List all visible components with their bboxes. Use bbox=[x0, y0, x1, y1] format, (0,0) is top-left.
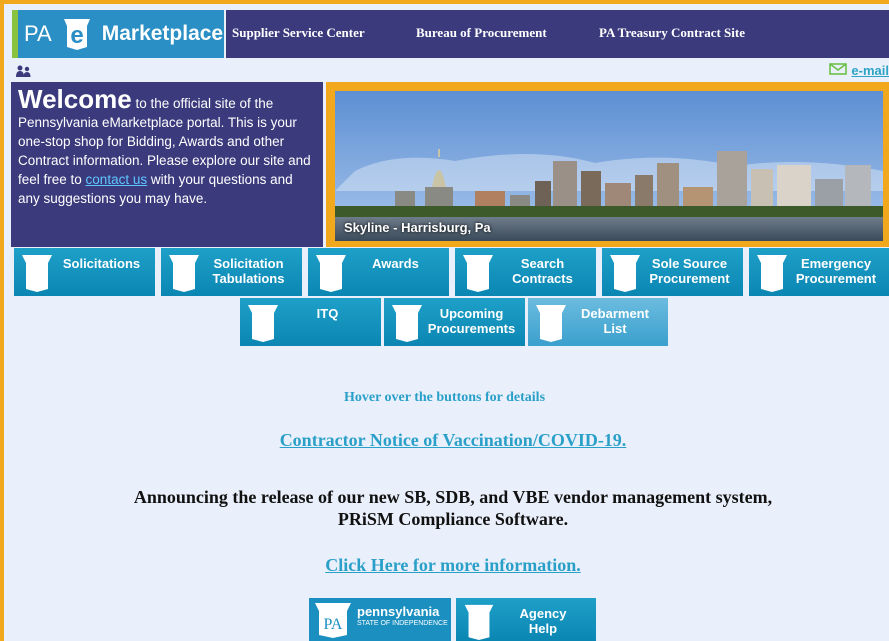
top-nav-bar: Supplier Service Center Bureau of Procur… bbox=[226, 10, 889, 58]
covid-notice-link[interactable]: Contractor Notice of Vaccination/COVID-1… bbox=[280, 430, 627, 450]
keystone-icon bbox=[316, 255, 346, 292]
covid-notice: Contractor Notice of Vaccination/COVID-1… bbox=[0, 430, 889, 451]
debarment-list-button[interactable]: Debarment List bbox=[528, 298, 668, 346]
harrisburg-skyline-image bbox=[335, 91, 883, 241]
more-info: Click Here for more information. bbox=[0, 555, 889, 576]
nav-bureau-of-procurement[interactable]: Bureau of Procurement bbox=[416, 25, 547, 41]
button-label: Sole Source Procurement bbox=[649, 256, 730, 286]
state-tagline: STATE OF INDEPENDENCE bbox=[357, 620, 448, 627]
banner-caption: Skyline - Harrisburg, Pa bbox=[344, 220, 491, 235]
itq-button[interactable]: ITQ bbox=[240, 298, 381, 346]
search-contracts-button[interactable]: Search Contracts bbox=[455, 248, 596, 296]
solicitation-tabulations-button[interactable]: Solicitation Tabulations bbox=[161, 248, 302, 296]
solicitations-button[interactable]: Solicitations bbox=[14, 248, 155, 296]
keystone-icon bbox=[248, 305, 278, 342]
email-label: e-mail bbox=[851, 63, 889, 78]
pennsylvania-state-badge[interactable]: PA pennsylvania STATE OF INDEPENDENCE bbox=[309, 598, 451, 641]
pa-keystone-letters: PA bbox=[324, 616, 343, 633]
keystone-icon bbox=[169, 255, 199, 292]
button-label: Agency Help bbox=[519, 606, 567, 636]
button-label: Upcoming Procurements bbox=[427, 306, 516, 336]
nav-supplier-service-center[interactable]: Supplier Service Center bbox=[232, 25, 365, 41]
button-label: Awards bbox=[372, 256, 419, 271]
emergency-procurement-button[interactable]: Emergency Procurement bbox=[749, 248, 889, 296]
logo-accent bbox=[12, 10, 18, 58]
welcome-panel: Welcome to the official site of the Penn… bbox=[11, 82, 323, 247]
button-label: Solicitation Tabulations bbox=[212, 256, 285, 286]
button-label: Emergency Procurement bbox=[795, 256, 877, 286]
button-label: Debarment List bbox=[581, 306, 649, 336]
envelope-icon bbox=[829, 63, 848, 78]
contact-us-link[interactable]: contact us bbox=[86, 172, 148, 187]
button-label: ITQ bbox=[316, 306, 339, 321]
more-info-link[interactable]: Click Here for more information. bbox=[325, 555, 580, 575]
announcement-line-2: PRiSM Compliance Software. bbox=[337, 509, 569, 529]
keystone-icon bbox=[392, 305, 422, 342]
button-label: Solicitations bbox=[62, 256, 141, 271]
users-icon[interactable] bbox=[16, 64, 32, 77]
keystone-icon bbox=[463, 255, 493, 292]
awards-button[interactable]: Awards bbox=[308, 248, 449, 296]
keystone-icon bbox=[464, 604, 494, 641]
keystone-e-icon: e bbox=[60, 17, 94, 51]
keystone-icon bbox=[757, 255, 787, 292]
page-frame-top bbox=[0, 0, 889, 4]
state-name: pennsylvania bbox=[357, 604, 440, 619]
pa-emarketplace-logo[interactable]: PA e Marketplace bbox=[12, 10, 224, 58]
welcome-heading: Welcome bbox=[18, 84, 132, 114]
upcoming-procurements-button[interactable]: Upcoming Procurements bbox=[384, 298, 525, 346]
hover-note: Hover over the buttons for details bbox=[343, 390, 546, 405]
sole-source-procurement-button[interactable]: Sole Source Procurement bbox=[602, 248, 743, 296]
keystone-icon bbox=[610, 255, 640, 292]
email-link[interactable]: e-mail bbox=[829, 63, 889, 78]
page-frame-left bbox=[0, 0, 4, 641]
logo-name: Marketplace bbox=[101, 22, 224, 45]
agency-help-button[interactable]: Agency Help bbox=[456, 598, 596, 641]
logo-e-letter: e bbox=[70, 22, 83, 49]
nav-pa-treasury-contract-site[interactable]: PA Treasury Contract Site bbox=[599, 25, 745, 41]
logo-prefix: PA bbox=[24, 21, 52, 46]
keystone-icon bbox=[22, 255, 52, 292]
keystone-icon bbox=[536, 305, 566, 342]
announcement: Announcing the release of our new SB, SD… bbox=[0, 486, 889, 530]
pa-keystone-icon: PA bbox=[315, 603, 351, 638]
announcement-line-1: Announcing the release of our new SB, SD… bbox=[133, 487, 773, 507]
button-label: Search Contracts bbox=[512, 256, 573, 286]
